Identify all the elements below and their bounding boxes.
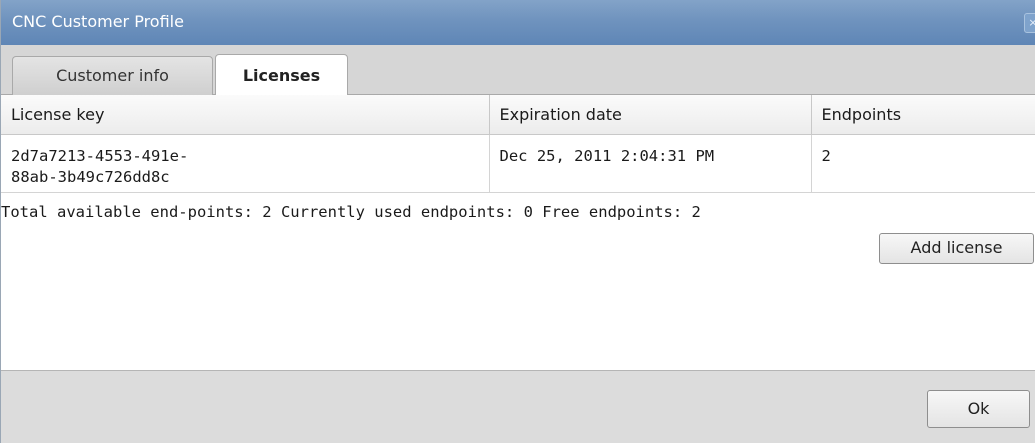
customer-profile-dialog: CNC Customer Profile × Customer info Lic… [0, 0, 1035, 443]
dialog-footer: Ok [1, 370, 1035, 443]
endpoints-cell[interactable]: 2 [811, 134, 1035, 193]
column-header-expiration-date[interactable]: Expiration date [489, 95, 812, 135]
table-header-row: License key Expiration date Endpoints [1, 95, 1035, 135]
column-header-endpoints[interactable]: Endpoints [811, 95, 1035, 135]
expiration-date-cell[interactable]: Dec 25, 2011 2:04:31 PM [489, 134, 812, 193]
column-header-license-key[interactable]: License key [1, 95, 490, 135]
ok-button[interactable]: Ok [927, 390, 1030, 428]
dialog-title: CNC Customer Profile [12, 12, 184, 31]
license-key-line-2: 88ab-3b49c726dd8c [11, 168, 170, 186]
add-license-button[interactable]: Add license [879, 233, 1034, 264]
tab-licenses[interactable]: Licenses [215, 54, 348, 96]
licenses-table: License key Expiration date Endpoints 2d… [1, 95, 1035, 193]
table-row[interactable]: 2d7a7213-4553-491e- 88ab-3b49c726dd8c De… [1, 134, 1035, 193]
tab-strip: Customer info Licenses [1, 45, 1035, 96]
endpoints-summary: Total available end-points: 2 Currently … [1, 203, 701, 221]
tab-customer-info[interactable]: Customer info [12, 56, 213, 95]
dialog-titlebar[interactable]: CNC Customer Profile × [1, 0, 1035, 45]
license-key-line-1: 2d7a7213-4553-491e- [11, 147, 189, 165]
license-key-cell[interactable]: 2d7a7213-4553-491e- 88ab-3b49c726dd8c [1, 134, 490, 193]
close-icon[interactable]: × [1024, 13, 1035, 33]
